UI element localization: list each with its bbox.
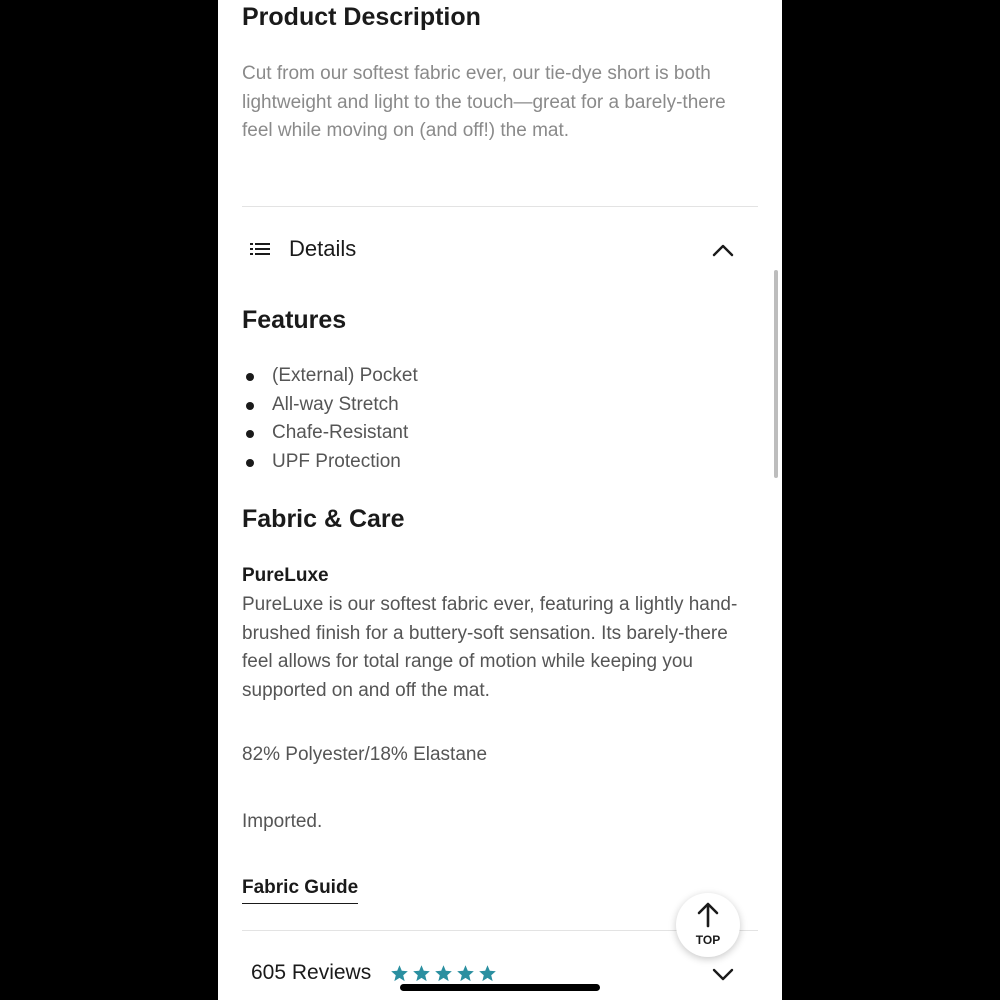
star-icon bbox=[413, 965, 430, 982]
reviews-accordion-header[interactable]: 605 Reviews bbox=[242, 958, 758, 998]
star-icon bbox=[435, 965, 452, 982]
scroll-to-top-button[interactable]: TOP bbox=[676, 893, 740, 957]
star-icon bbox=[391, 965, 408, 982]
top-label: TOP bbox=[695, 933, 721, 947]
fabric-care-title: Fabric & Care bbox=[242, 505, 405, 533]
product-description-text: Cut from our softest fabric ever, our ti… bbox=[242, 63, 726, 141]
reviews-count: 605 Reviews bbox=[251, 961, 372, 984]
feature-item: UPF Protection bbox=[242, 448, 418, 477]
feature-item: Chafe-Resistant bbox=[242, 419, 418, 448]
details-label: Details bbox=[289, 236, 357, 261]
product-details-screen: Product Description Cut from our softest… bbox=[218, 0, 782, 1000]
chevron-down-icon[interactable] bbox=[711, 964, 735, 984]
home-indicator[interactable] bbox=[400, 984, 600, 991]
fabric-composition: 82% Polyester/18% Elastane bbox=[242, 744, 488, 765]
scrollbar[interactable] bbox=[774, 270, 778, 478]
star-rating bbox=[390, 964, 497, 983]
chevron-up-icon[interactable] bbox=[711, 240, 735, 260]
fabric-guide-link[interactable]: Fabric Guide bbox=[242, 877, 359, 904]
fabric-name: PureLuxe bbox=[242, 565, 329, 586]
divider bbox=[242, 206, 758, 207]
feature-item: All-way Stretch bbox=[242, 391, 418, 420]
fabric-description: PureLuxe is our softest fabric ever, fea… bbox=[242, 594, 738, 701]
origin-text: Imported. bbox=[242, 811, 323, 832]
star-icon bbox=[457, 965, 474, 982]
details-accordion-header[interactable]: Details bbox=[242, 225, 758, 275]
product-description-title: Product Description bbox=[242, 3, 481, 31]
features-title: Features bbox=[242, 306, 347, 334]
features-list: (External) Pocket All-way Stretch Chafe-… bbox=[242, 362, 418, 476]
list-icon bbox=[250, 242, 270, 258]
feature-item: (External) Pocket bbox=[242, 362, 418, 391]
arrow-up-icon bbox=[697, 902, 719, 928]
star-icon bbox=[479, 965, 496, 982]
